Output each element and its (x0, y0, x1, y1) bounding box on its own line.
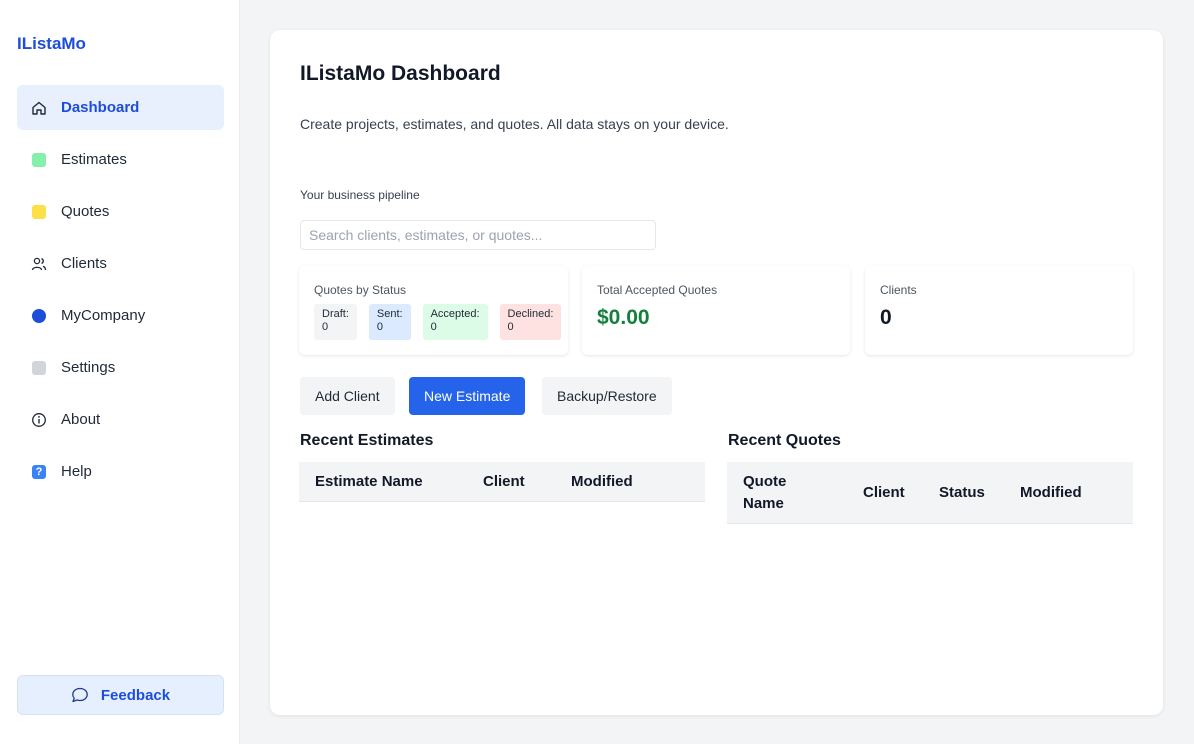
column-header[interactable]: Client (847, 462, 923, 524)
feedback-button[interactable]: Feedback (17, 675, 224, 715)
sidebar: IListaMo Dashboard Estimates Quotes Clie… (0, 0, 240, 744)
sidebar-nav: Dashboard Estimates Quotes Clients MyCom… (17, 85, 224, 501)
column-header[interactable]: Modified (1004, 462, 1133, 524)
stat-label: Quotes by Status (314, 283, 407, 297)
sidebar-item-label: Dashboard (61, 99, 140, 116)
green-square-icon (31, 152, 47, 168)
sidebar-item-quotes[interactable]: Quotes (17, 189, 224, 234)
chip-label: Draft: (322, 308, 349, 320)
sidebar-item-estimates[interactable]: Estimates (17, 137, 224, 182)
clients-count-value: 0 (880, 306, 892, 329)
status-chip-declined: Declined: 0 (499, 304, 562, 340)
sidebar-item-settings[interactable]: Settings (17, 345, 224, 390)
status-chip-accepted: Accepted: 0 (422, 304, 488, 340)
sidebar-item-label: Estimates (61, 151, 127, 168)
new-estimate-button[interactable]: New Estimate (409, 377, 526, 415)
yellow-square-icon (31, 204, 47, 220)
feedback-label: Feedback (100, 686, 171, 704)
dashboard-card: IListaMo Dashboard Create projects, esti… (270, 30, 1163, 715)
clients-count-card: Clients 0 (865, 266, 1133, 355)
sidebar-item-about[interactable]: About (17, 397, 224, 442)
status-chips: Draft: 0 Sent: 0 Accepted: 0 Declined: 0 (314, 304, 573, 340)
table-header-row: Estimate Name Client Modified (299, 462, 705, 502)
info-icon (31, 412, 47, 428)
backup-restore-button[interactable]: Backup/Restore (542, 377, 672, 415)
chip-value: 0 (430, 321, 437, 333)
sidebar-item-label: MyCompany (61, 307, 146, 324)
add-client-button[interactable]: Add Client (300, 377, 395, 415)
chip-label: Declined: (507, 308, 554, 320)
table-header-row: Quote Name Client Status Modified (727, 462, 1133, 524)
stat-label: Total Accepted Quotes (597, 283, 718, 297)
question-icon: ? (31, 464, 47, 480)
status-chip-sent: Sent: 0 (368, 304, 411, 340)
chip-value: 0 (322, 321, 329, 333)
gray-square-icon (31, 360, 47, 376)
column-header[interactable]: Modified (555, 462, 705, 502)
column-header[interactable]: Client (467, 462, 555, 502)
total-accepted-card: Total Accepted Quotes $0.00 (582, 266, 850, 355)
sidebar-item-dashboard[interactable]: Dashboard (17, 85, 224, 130)
recent-estimates-table: Estimate Name Client Modified (299, 462, 705, 502)
stat-label: Clients (880, 283, 917, 297)
column-header[interactable]: Quote Name (727, 462, 847, 524)
blue-circle-icon (31, 308, 47, 324)
app: IListaMo Dashboard Estimates Quotes Clie… (0, 0, 1194, 744)
chat-bubble-icon (72, 687, 88, 703)
page-subtitle: Create projects, estimates, and quotes. … (300, 116, 729, 132)
chip-value: 0 (507, 321, 514, 333)
sidebar-item-label: Settings (61, 359, 116, 376)
column-header[interactable]: Status (923, 462, 1004, 524)
search-input[interactable] (300, 220, 656, 250)
sidebar-item-label: Help (61, 463, 92, 480)
sidebar-item-help[interactable]: ? Help (17, 449, 224, 494)
quotes-by-status-card: Quotes by Status Draft: 0 Sent: 0 Accept… (299, 266, 568, 355)
column-header[interactable]: Estimate Name (299, 462, 467, 502)
sidebar-item-label: Clients (61, 255, 107, 272)
total-accepted-value: $0.00 (597, 306, 650, 329)
status-chip-draft: Draft: 0 (314, 304, 357, 340)
sidebar-item-clients[interactable]: Clients (17, 241, 224, 286)
pipeline-label: Your business pipeline (300, 188, 420, 202)
chip-label: Accepted: (430, 308, 480, 320)
chip-value: 0 (376, 321, 384, 333)
sidebar-item-label: About (61, 411, 101, 428)
recent-quotes-title: Recent Quotes (728, 432, 841, 449)
chip-label: Sent: (376, 308, 403, 320)
recent-quotes-table: Quote Name Client Status Modified (727, 462, 1133, 524)
sidebar-item-mycompany[interactable]: MyCompany (17, 293, 224, 338)
users-icon (31, 256, 47, 272)
brand-logo[interactable]: IListaMo (17, 34, 86, 54)
home-icon (31, 100, 47, 116)
sidebar-item-label: Quotes (61, 203, 110, 220)
page-title: IListaMo Dashboard (300, 62, 501, 85)
recent-estimates-title: Recent Estimates (300, 432, 434, 449)
